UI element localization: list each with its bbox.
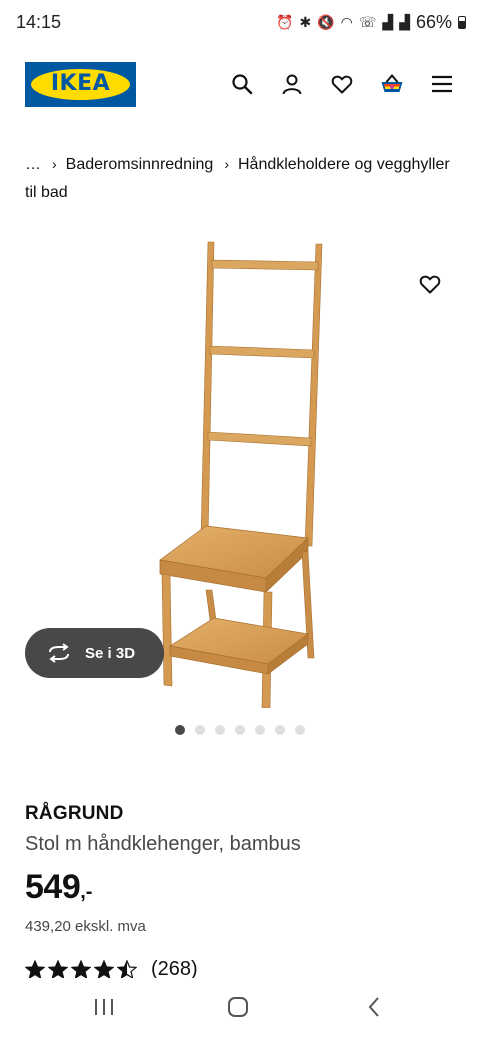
status-time: 14:15 [16,12,62,32]
heart-icon [419,275,441,294]
product-price: 549 ,- [25,868,92,907]
product-gallery[interactable]: Se i 3D [0,228,480,708]
see-in-3d-label: Se i 3D [85,644,136,662]
price-excl-vat: 439,20 ekskl. mva [25,918,146,935]
home-icon [228,997,248,1017]
basket-icon[interactable] [380,72,404,96]
logo-text: IKEA [50,71,111,96]
signal-icon: ▟ [382,14,394,30]
star-full-icon [71,959,91,979]
pagination-dot[interactable] [215,725,225,735]
signal-icon: ▟ [399,14,410,30]
status-icons: ⏰ ✱ 🔇 ◠ ☏ ▟ ▟ 66% [276,12,466,33]
star-half-icon [117,959,137,979]
mute-icon: 🔇 [317,14,335,30]
pagination-dot[interactable] [295,725,305,735]
recent-apps-icon [95,999,113,1015]
account-icon[interactable] [280,72,304,96]
battery-percent: 66% [415,12,452,32]
product-description: Stol m håndklehenger, bambus [25,833,301,855]
star-full-icon [94,959,114,979]
back-button[interactable] [354,990,394,1024]
product-name: RÅGRUND [25,803,124,824]
gallery-pagination [175,725,305,735]
alarm-icon: ⏰ [276,14,294,30]
back-icon [368,997,379,1017]
ikea-logo[interactable]: IKEA [25,62,136,107]
pagination-dot[interactable] [275,725,285,735]
chevron-right-icon: › [52,156,57,172]
product-image[interactable] [150,238,330,708]
menu-icon[interactable] [430,72,454,96]
battery-icon [458,16,466,29]
recent-apps-button[interactable] [84,990,124,1024]
breadcrumb-item[interactable]: Baderomsinnredning [66,156,214,173]
rotate-3d-icon [49,643,69,663]
pagination-dot[interactable] [235,725,245,735]
star-full-icon [48,959,68,979]
wifi-call-icon: ☏ [358,14,377,30]
rating-stars [25,959,137,980]
status-bar: 14:15 ⏰ ✱ 🔇 ◠ ☏ ▟ ▟ 66% [0,0,480,44]
chevron-right-icon: › [224,156,229,172]
search-icon[interactable] [230,72,254,96]
pagination-dot[interactable] [195,725,205,735]
wifi-icon: ◠ [340,14,353,30]
system-navigation-bar [0,978,480,1040]
heart-icon[interactable] [330,72,354,96]
pagination-dot[interactable] [175,725,185,735]
header: IKEA [0,62,480,108]
star-full-icon [25,959,45,979]
pagination-dot[interactable] [255,725,265,735]
bluetooth-icon: ✱ [299,14,312,30]
breadcrumb-item[interactable]: … [25,156,41,173]
add-to-wishlist-button[interactable] [414,268,446,300]
price-suffix: ,- [80,881,93,903]
breadcrumb: … › Baderomsinnredning › Håndkleholdere og v… [25,150,465,207]
see-in-3d-button[interactable]: Se i 3D [25,628,164,678]
price-amount: 549 [25,868,81,906]
home-button[interactable] [218,990,258,1024]
